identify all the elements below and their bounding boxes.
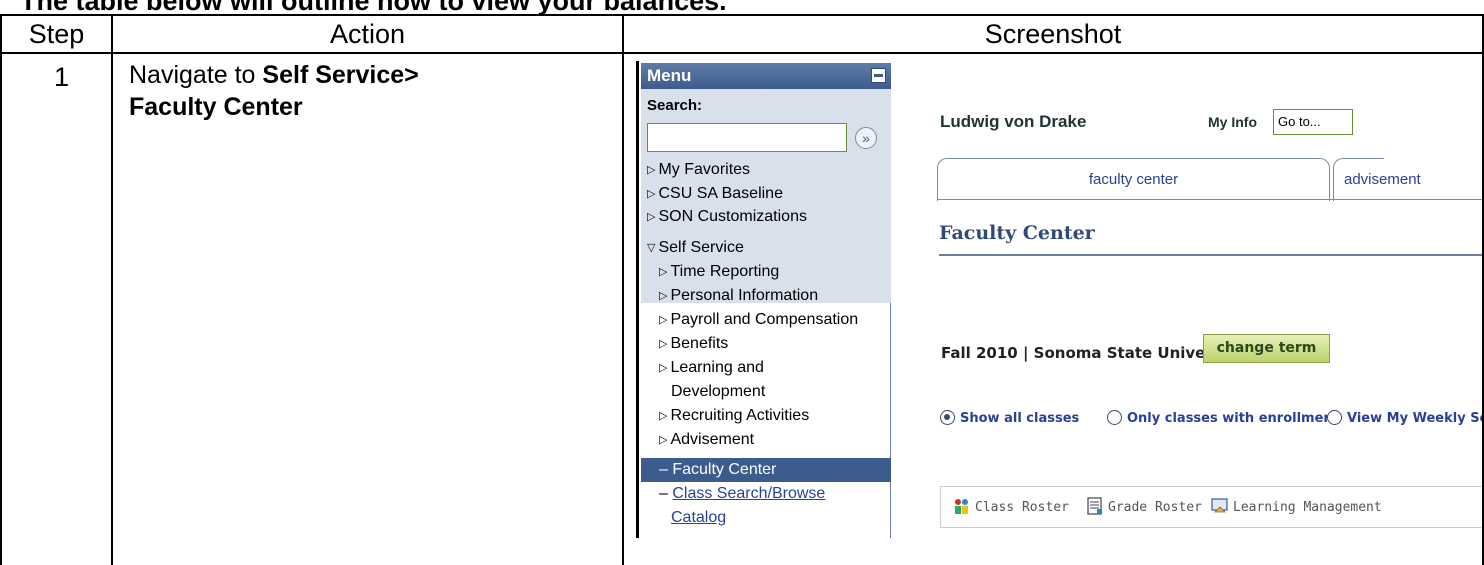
- menu-item-label: My Favorites: [658, 161, 751, 178]
- triangle-right-icon: ▷: [647, 164, 656, 176]
- faculty-icon-bar: Class Roster Grade Roster Learning Manag…: [940, 486, 1482, 528]
- user-name: Ludwig von Drake: [940, 112, 1087, 131]
- menu-item-label: Recruiting Activities: [670, 407, 810, 424]
- learning-management-link[interactable]: Learning Management: [1211, 497, 1382, 515]
- radio-unchecked-icon: [1107, 410, 1122, 425]
- search-label: Search:: [647, 97, 703, 114]
- action-bold-path: Self Service>: [262, 61, 419, 89]
- radio-label: View My Weekly Schedule: [1347, 411, 1482, 426]
- radio-show-all-classes[interactable]: Show all classes: [940, 410, 1079, 426]
- action-prefix: Navigate to: [129, 61, 263, 89]
- menu-item-label: Time Reporting: [670, 263, 780, 280]
- change-term-button[interactable]: change term: [1203, 334, 1330, 363]
- header-bottom-border: [0, 52, 1482, 54]
- header-action: Action: [329, 19, 406, 49]
- triangle-right-icon: ▷: [659, 362, 668, 374]
- triangle-right-icon: ▷: [647, 211, 656, 223]
- my-info-label: My Info: [1208, 114, 1257, 130]
- column-divider-1: [111, 14, 113, 565]
- menu-item-my-favorites[interactable]: ▷ My Favorites: [647, 161, 750, 179]
- triangle-right-icon: ▷: [647, 188, 656, 200]
- menu-item-label: Self Service: [658, 239, 744, 256]
- class-roster-link[interactable]: Class Roster: [953, 497, 1069, 515]
- radio-checked-icon: [940, 410, 955, 425]
- search-input[interactable]: [647, 123, 847, 152]
- menu-header: Menu: [641, 63, 891, 89]
- grade-roster-link[interactable]: Grade Roster: [1086, 497, 1202, 515]
- triangle-right-icon: ▷: [659, 314, 668, 326]
- menu-item-time-reporting[interactable]: ▷ Time Reporting: [659, 263, 779, 281]
- grade-sheet-icon: [1087, 497, 1102, 515]
- header-step: Step: [28, 19, 85, 49]
- faculty-center-app: Ludwig von Drake My Info Go to... facult…: [893, 61, 1482, 538]
- term-label: Fall 2010 | Sonoma State University: [941, 344, 1244, 362]
- triangle-right-icon: ▷: [659, 338, 668, 350]
- menu-item-recruiting[interactable]: ▷ Recruiting Activities: [659, 407, 809, 425]
- menu-item-personal-information[interactable]: ▷ Personal Information: [659, 287, 818, 305]
- menu-item-faculty-center[interactable]: – Faculty Center: [641, 458, 891, 482]
- menu-item-label: Learning and: [670, 359, 764, 376]
- menu-item-payroll[interactable]: ▷ Payroll and Compensation: [659, 311, 858, 329]
- menu-item-son-customizations[interactable]: ▷ SON Customizations: [647, 208, 807, 226]
- menu-body: Search: » ▷ My Favorites ▷ CSU SA Baseline…: [641, 89, 891, 538]
- nav-menu: Menu Search: » ▷ My Favorites ▷ CSU SA Bas…: [636, 61, 893, 538]
- menu-item-development[interactable]: Development: [671, 383, 765, 401]
- radio-label: Only classes with enrollment: [1127, 411, 1339, 426]
- action-bold-target: Faculty Center: [129, 93, 303, 121]
- icon-link-label: Class Roster: [975, 500, 1069, 515]
- triangle-right-icon: ▷: [659, 434, 668, 446]
- menu-item-class-search[interactable]: – Class Search/Browse: [659, 485, 825, 503]
- tab-label: advisement: [1344, 171, 1421, 188]
- catalog-link[interactable]: Catalog: [671, 509, 726, 526]
- menu-title: Menu: [647, 66, 692, 85]
- radio-weekly-schedule[interactable]: View My Weekly Schedule: [1327, 410, 1482, 426]
- menu-item-learning[interactable]: ▷ Learning and: [659, 359, 764, 377]
- tab-advisement[interactable]: advisement: [1333, 158, 1421, 201]
- triangle-down-icon: ▽: [647, 242, 656, 254]
- double-chevron-right-icon[interactable]: »: [855, 127, 877, 149]
- tab-faculty-center[interactable]: faculty center: [937, 158, 1330, 201]
- embedded-screenshot: Menu Search: » ▷ My Favorites ▷ CSU SA Bas…: [636, 61, 1482, 538]
- menu-item-label: Benefits: [670, 335, 729, 352]
- menu-item-label: SON Customizations: [658, 208, 807, 225]
- menu-item-advisement[interactable]: ▷ Advisement: [659, 431, 754, 449]
- menu-item-label: Personal Information: [670, 287, 819, 304]
- icon-link-label: Learning Management: [1233, 500, 1382, 515]
- goto-select[interactable]: Go to...: [1273, 109, 1353, 135]
- menu-item-label: Advisement: [670, 431, 755, 448]
- menu-item-label: Payroll and Compensation: [670, 311, 859, 328]
- triangle-right-icon: ▷: [659, 410, 668, 422]
- radio-only-enrolled[interactable]: Only classes with enrollment: [1107, 410, 1339, 426]
- radio-unchecked-icon: [1327, 410, 1342, 425]
- menu-item-label: Faculty Center: [672, 461, 777, 478]
- column-divider-2: [622, 14, 624, 565]
- tab-label: faculty center: [1088, 171, 1179, 188]
- tab-underline: [937, 199, 1482, 200]
- triangle-right-icon: ▷: [659, 266, 668, 278]
- action-text: Navigate to Self Service> Faculty Center: [129, 59, 419, 123]
- menu-item-csu-sa-baseline[interactable]: ▷ CSU SA Baseline: [647, 185, 783, 203]
- menu-item-benefits[interactable]: ▷ Benefits: [659, 335, 728, 353]
- icon-link-label: Grade Roster: [1108, 500, 1202, 515]
- table-left-border: [0, 14, 2, 565]
- class-search-link[interactable]: Class Search/Browse: [672, 485, 825, 502]
- step-number: 1: [54, 62, 70, 92]
- triangle-right-icon: ▷: [659, 290, 668, 302]
- people-icon: [955, 499, 968, 514]
- menu-item-self-service[interactable]: ▽ Self Service: [647, 239, 744, 257]
- title-rule: [939, 254, 1482, 256]
- page-title: Faculty Center: [939, 222, 1095, 244]
- radio-label: Show all classes: [960, 411, 1080, 426]
- learning-icon: [1211, 498, 1228, 513]
- menu-item-label: CSU SA Baseline: [658, 185, 783, 202]
- minimize-icon[interactable]: [871, 68, 886, 83]
- header-screenshot: Screenshot: [984, 19, 1122, 49]
- menu-item-catalog[interactable]: Catalog: [671, 509, 726, 527]
